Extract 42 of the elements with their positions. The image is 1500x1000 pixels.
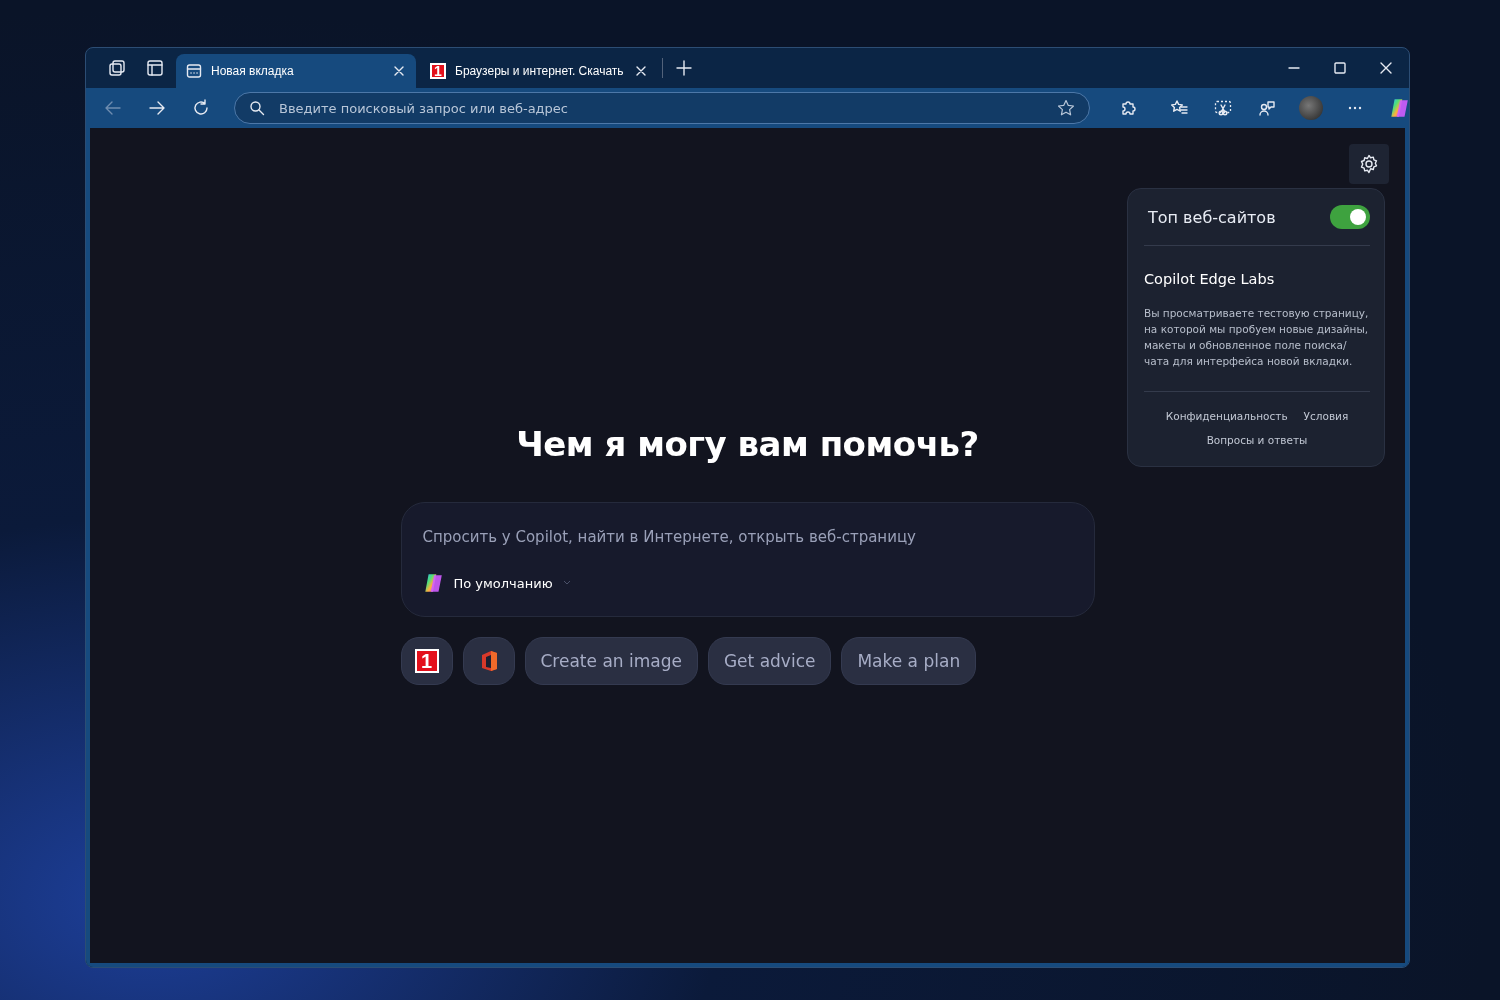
browser-tab[interactable]: 1 Браузеры и интернет. Скачать: [420, 54, 658, 88]
chat-input[interactable]: Спросить у Copilot, найти в Интернете, открыть веб-страницу: [422, 528, 1073, 546]
close-icon[interactable]: [392, 64, 406, 78]
screenshot-icon[interactable]: [1214, 99, 1232, 117]
settings-button[interactable]: [1349, 144, 1389, 184]
footer-link[interactable]: Конфиденциальность: [1165, 410, 1288, 422]
people-chat-icon[interactable]: [1258, 99, 1276, 117]
new-tab-page-icon: [186, 63, 202, 79]
panel-description: Вы просматриваете тестовую страницу, на которой мы пробуем новые дизайны, макеты и обновленное поле поиска/чата для интерфейса новой вкладки.: [1144, 306, 1370, 369]
back-arrow-icon[interactable]: [104, 99, 122, 117]
puzzle-icon[interactable]: [1120, 99, 1138, 117]
office-shortcut-button[interactable]: [462, 637, 515, 685]
site-logo-icon: 1: [430, 63, 446, 79]
suggestion-chip[interactable]: Get advice: [707, 637, 832, 685]
footer-link[interactable]: Условия: [1303, 410, 1349, 422]
search-icon: [249, 100, 265, 116]
tab-actions-icon[interactable]: [108, 59, 126, 77]
settings-icon[interactable]: [1359, 154, 1379, 174]
refresh-icon[interactable]: [192, 99, 210, 117]
footer-link[interactable]: Вопросы и ответы: [1206, 434, 1308, 446]
site-logo-icon: 1: [414, 649, 439, 673]
browser-tab[interactable]: Новая вкладка: [176, 54, 416, 88]
close-icon[interactable]: [1379, 61, 1393, 75]
suggestion-chip[interactable]: Create an image: [524, 637, 698, 685]
copilot-icon[interactable]: [1388, 97, 1409, 119]
mode-dropdown[interactable]: По умолчанию: [453, 575, 553, 591]
forward-arrow-icon[interactable]: [148, 99, 166, 117]
new-tab-icon[interactable]: [675, 59, 693, 77]
address-bar[interactable]: Введите поисковый запрос или веб-адрес: [234, 92, 1090, 124]
favorites-list-icon[interactable]: [1170, 99, 1188, 117]
close-icon[interactable]: [634, 64, 648, 78]
star-icon[interactable]: [1057, 99, 1075, 117]
site-shortcut-button[interactable]: 1: [400, 637, 453, 685]
page-heading: Чем я могу вам помочь?: [516, 424, 979, 464]
maximize-icon[interactable]: [1333, 61, 1347, 75]
panel-title: Copilot Edge Labs: [1144, 271, 1276, 287]
tab-title: Новая вкладка: [211, 64, 295, 78]
suggestion-chip[interactable]: Make a plan: [841, 637, 977, 685]
toggle-switch[interactable]: [1330, 205, 1370, 229]
vertical-tabs-icon[interactable]: [146, 59, 164, 77]
tab-title: Браузеры и интернет. Скачать: [455, 64, 625, 78]
setting-label: Топ веб-сайтов: [1148, 207, 1276, 227]
